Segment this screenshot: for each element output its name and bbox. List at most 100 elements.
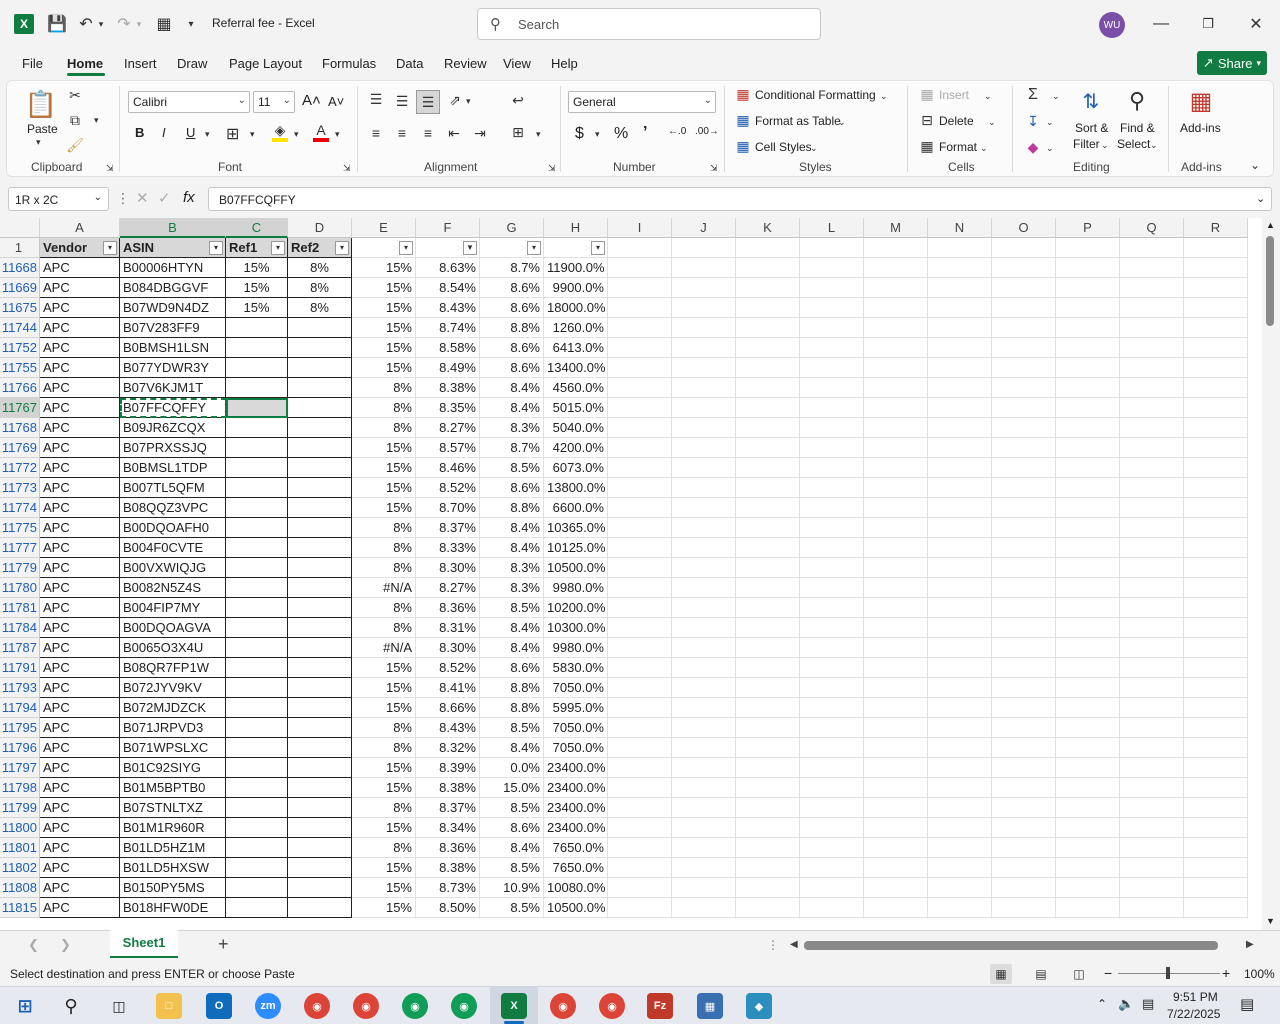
format-as-table-button[interactable]: Format as Table (755, 114, 841, 128)
cell[interactable] (800, 658, 864, 678)
font-color-icon[interactable]: A (313, 122, 329, 142)
horizontal-scroll-thumb[interactable] (804, 941, 1218, 950)
ref1-cell[interactable] (226, 378, 288, 398)
cell[interactable] (736, 758, 800, 778)
cell[interactable] (992, 578, 1056, 598)
cell[interactable] (928, 778, 992, 798)
cell[interactable] (1120, 878, 1184, 898)
cell[interactable] (1184, 778, 1248, 798)
value-cell-g[interactable]: 0.0% (480, 758, 544, 778)
volume-icon[interactable]: 🔈 (1118, 996, 1134, 1012)
value-cell-e[interactable]: 8% (352, 538, 416, 558)
share-button[interactable]: ↗ Share ▾ (1197, 51, 1267, 75)
cell[interactable] (800, 338, 864, 358)
ref1-cell[interactable] (226, 578, 288, 598)
cell[interactable] (992, 838, 1056, 858)
cell[interactable] (736, 478, 800, 498)
row-header[interactable]: 11800 (0, 818, 40, 838)
cell[interactable] (608, 478, 672, 498)
notifications-icon[interactable]: ▤ (1240, 995, 1254, 1013)
cell[interactable] (1184, 838, 1248, 858)
cell[interactable] (1184, 558, 1248, 578)
zoom-slider-thumb[interactable] (1166, 967, 1170, 979)
cell[interactable] (1184, 458, 1248, 478)
column-header-j[interactable]: J (672, 218, 736, 238)
cell[interactable] (736, 898, 800, 918)
merge-center-icon[interactable]: ⊞ (508, 124, 528, 141)
cell[interactable] (1056, 638, 1120, 658)
ref2-cell[interactable] (288, 578, 352, 598)
value-cell-f[interactable]: 8.66% (416, 698, 480, 718)
value-cell-e[interactable]: 15% (352, 818, 416, 838)
cell[interactable] (608, 658, 672, 678)
cell[interactable] (864, 438, 928, 458)
cell[interactable] (672, 358, 736, 378)
value-cell-f[interactable]: 8.27% (416, 418, 480, 438)
cell[interactable] (1056, 538, 1120, 558)
cell[interactable] (608, 718, 672, 738)
zoom-app-icon[interactable]: zm (255, 993, 281, 1019)
cell[interactable] (800, 278, 864, 298)
search-box[interactable]: ⚲ Search (477, 8, 821, 40)
value-cell-f[interactable]: 8.41% (416, 678, 480, 698)
value-cell-g[interactable]: 8.7% (480, 438, 544, 458)
value-cell-e[interactable]: 15% (352, 258, 416, 278)
cell[interactable] (864, 258, 928, 278)
column-header-d[interactable]: D (288, 218, 352, 238)
decrease-decimal-icon[interactable]: .00→ (695, 126, 719, 137)
normal-view-icon[interactable]: ▦ (990, 964, 1012, 984)
cell[interactable] (1184, 518, 1248, 538)
cell[interactable] (800, 778, 864, 798)
cell[interactable] (1120, 818, 1184, 838)
column-header-c[interactable]: C (226, 218, 288, 238)
cell[interactable] (1120, 398, 1184, 418)
row-header[interactable]: 11769 (0, 438, 40, 458)
clock-time[interactable]: 9:51 PM (1173, 990, 1218, 1004)
cell[interactable] (608, 618, 672, 638)
cell[interactable] (800, 238, 864, 258)
value-cell-h[interactable]: 7650.0% (544, 838, 608, 858)
bold-icon[interactable]: B (135, 125, 144, 140)
asin-cell[interactable]: B01M5BPTB0 (120, 778, 226, 798)
cell[interactable] (992, 398, 1056, 418)
asin-cell[interactable]: B07FFCQFFY (120, 398, 226, 418)
value-cell-e[interactable]: 8% (352, 418, 416, 438)
vendor-cell[interactable]: APC (40, 778, 120, 798)
prev-sheet-icon[interactable]: ❮ (28, 937, 39, 953)
cell[interactable] (928, 238, 992, 258)
row-header[interactable]: 11777 (0, 538, 40, 558)
value-cell-f[interactable]: 8.30% (416, 558, 480, 578)
row-header[interactable]: 11791 (0, 658, 40, 678)
cell[interactable] (1184, 818, 1248, 838)
cell[interactable] (928, 798, 992, 818)
cell[interactable] (992, 418, 1056, 438)
ref1-cell[interactable] (226, 698, 288, 718)
orientation-icon[interactable]: ⇗ (446, 92, 464, 109)
asin-cell[interactable]: B00DQOAFH0 (120, 518, 226, 538)
value-cell-e[interactable]: 15% (352, 438, 416, 458)
cell[interactable] (992, 378, 1056, 398)
value-cell-h[interactable]: 11900.0% (544, 258, 608, 278)
cell[interactable] (608, 418, 672, 438)
cell[interactable] (736, 498, 800, 518)
value-cell-g[interactable]: 8.5% (480, 598, 544, 618)
column-header-i[interactable]: I (608, 218, 672, 238)
cell[interactable] (736, 558, 800, 578)
cell[interactable] (928, 398, 992, 418)
value-cell-g[interactable]: 8.4% (480, 538, 544, 558)
value-cell-f[interactable]: 8.46% (416, 458, 480, 478)
asin-cell[interactable]: B00VXWIQJG (120, 558, 226, 578)
cell[interactable] (1056, 698, 1120, 718)
cell[interactable] (1120, 858, 1184, 878)
cell[interactable] (672, 598, 736, 618)
vendor-cell[interactable]: APC (40, 658, 120, 678)
cell[interactable] (1056, 618, 1120, 638)
cell[interactable] (928, 678, 992, 698)
cell[interactable] (928, 858, 992, 878)
asin-cell[interactable]: B07STNLTXZ (120, 798, 226, 818)
cell[interactable] (864, 318, 928, 338)
cell[interactable] (672, 518, 736, 538)
cell[interactable] (1056, 878, 1120, 898)
cell[interactable] (736, 458, 800, 478)
cell[interactable] (800, 458, 864, 478)
